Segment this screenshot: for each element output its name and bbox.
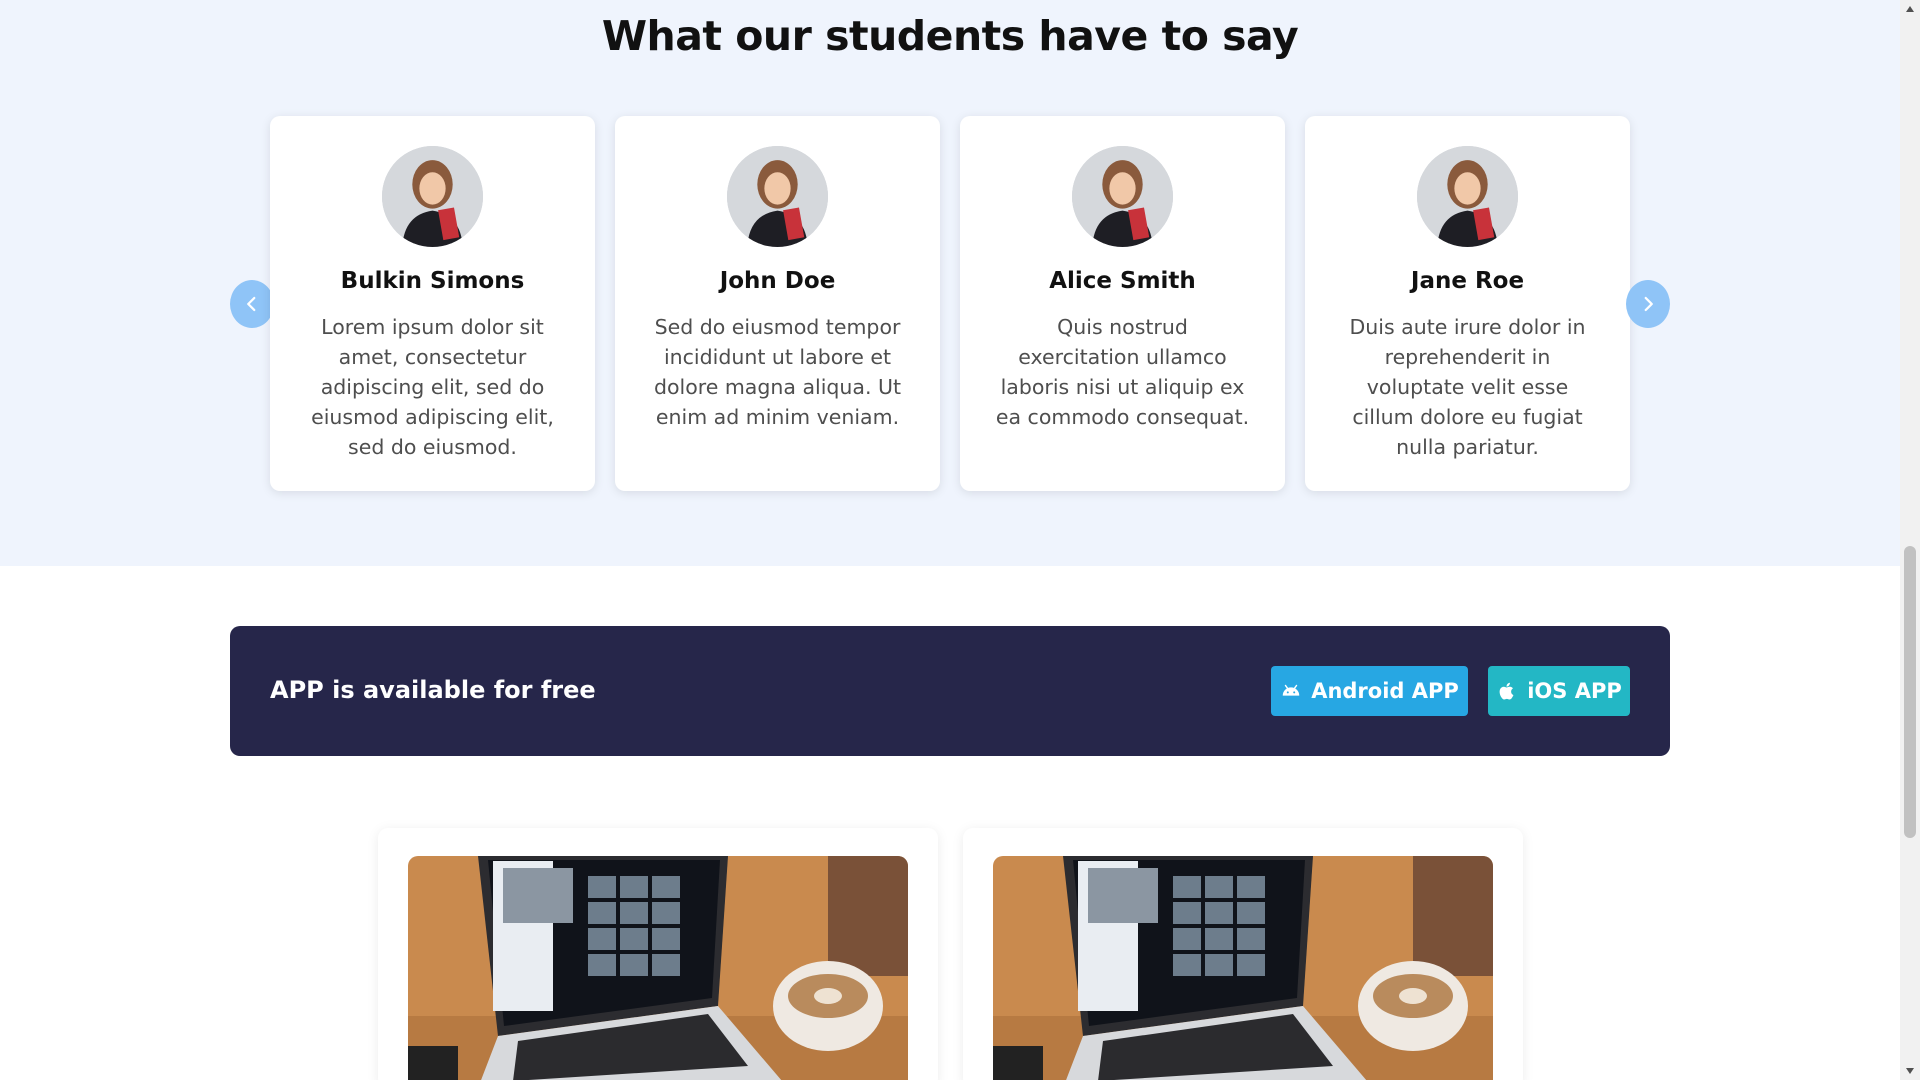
android-app-label: Android APP <box>1311 679 1459 703</box>
avatar <box>1417 146 1518 247</box>
course-image <box>408 856 908 1080</box>
carousel-prev-button[interactable] <box>230 280 274 328</box>
avatar <box>727 146 828 247</box>
avatar <box>1072 146 1173 247</box>
avatar <box>382 146 483 247</box>
testimonials-section: What our students have to say Bulkin Sim… <box>0 0 1900 566</box>
carousel-next-button[interactable] <box>1626 280 1670 328</box>
testimonial-card: John Doe Sed do eiusmod tempor incididun… <box>615 116 940 491</box>
apple-icon <box>1499 682 1514 700</box>
app-banner-text: APP is available for free <box>270 676 596 704</box>
scroll-down-icon[interactable] <box>1905 1066 1915 1076</box>
section-title: What our students have to say <box>601 12 1299 60</box>
student-name: John Doe <box>719 268 836 294</box>
testimonial-text: Quis nostrud exercitation ullamco labori… <box>995 315 1250 429</box>
ios-app-label: iOS APP <box>1527 679 1622 703</box>
testimonial-card: Jane Roe Duis aute irure dolor in repreh… <box>1305 116 1630 491</box>
android-app-button[interactable]: Android APP <box>1271 666 1468 716</box>
android-icon <box>1282 684 1300 696</box>
app-banner: APP is available for free Android APP iO… <box>230 626 1670 756</box>
course-card[interactable] <box>963 828 1523 1080</box>
course-card[interactable] <box>378 828 938 1080</box>
testimonial-text: Lorem ipsum dolor sit amet, consectetur … <box>311 315 554 459</box>
ios-app-button[interactable]: iOS APP <box>1488 666 1630 716</box>
testimonial-text: Duis aute irure dolor in reprehenderit i… <box>1349 315 1586 459</box>
testimonial-card: Alice Smith Quis nostrud exercitation ul… <box>960 116 1285 491</box>
chevron-right-icon <box>1644 296 1653 312</box>
scroll-up-icon[interactable] <box>1905 4 1915 14</box>
student-name: Bulkin Simons <box>340 268 525 294</box>
testimonial-card: Bulkin Simons Lorem ipsum dolor sit amet… <box>270 116 595 491</box>
testimonial-text: Sed do eiusmod tempor incididunt ut labo… <box>653 315 902 429</box>
student-name: Alice Smith <box>1049 268 1196 294</box>
page-scrollbar[interactable] <box>1900 0 1920 1080</box>
student-name: Jane Roe <box>1410 268 1525 294</box>
course-image <box>993 856 1493 1080</box>
chevron-left-icon <box>247 296 256 312</box>
scroll-thumb[interactable] <box>1904 546 1916 838</box>
